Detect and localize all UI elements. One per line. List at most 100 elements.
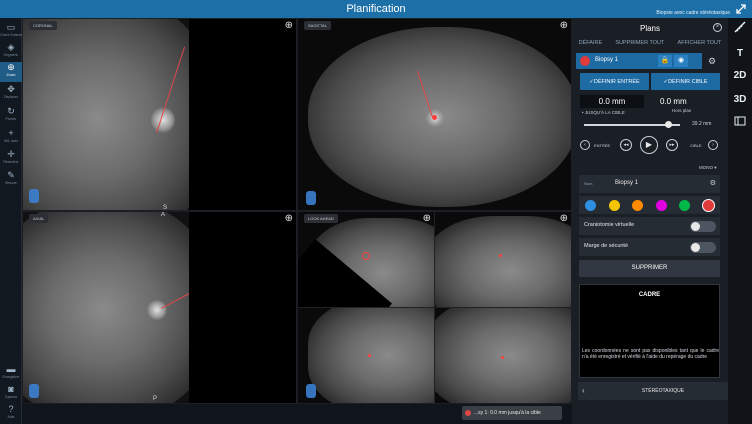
plans-header: Plans × — [572, 18, 728, 38]
color-swatch-red[interactable] — [702, 199, 714, 211]
orientation-label: P — [153, 396, 158, 402]
left-toolbar: ▭Ouvrir Examen / Outils ◈Segment. ⊕Zoom … — [0, 18, 22, 424]
slider-knob[interactable] — [665, 121, 673, 128]
lock-icon[interactable]: 🔒 — [658, 55, 672, 67]
folder-icon: ▭ — [6, 22, 16, 32]
slider-value: 39.2 mm — [692, 121, 712, 127]
play-icon[interactable]: ▶ — [640, 136, 658, 154]
rotate-icon: ↻ — [7, 106, 15, 116]
view-3d-button[interactable]: 3D — [728, 89, 752, 111]
sagittal-pane[interactable]: SAGITTAL ⊕ R — [297, 18, 572, 211]
screen-icon[interactable] — [728, 113, 752, 135]
margin-toggle-row: Marge de sécurité — [579, 238, 720, 256]
zoom-icon[interactable]: ⊕ — [423, 213, 431, 224]
right-toolbar: T 2D 3D — [728, 18, 752, 424]
distance-label: • JUSQU'À LA CIBLE — [582, 110, 625, 115]
entry-label: ENTRÉE — [594, 143, 611, 148]
playback-controls: ‹ ENTRÉE ◂◂ ▶ ▸▸ CIBLE › — [580, 136, 720, 156]
color-swatch-orange[interactable] — [632, 199, 644, 211]
biopsy-name: Biopsy 1 — [595, 57, 619, 63]
rewind-icon[interactable]: ◂◂ — [620, 139, 632, 151]
zoom-tool-button[interactable]: ⊕ Zoom — [0, 62, 22, 82]
image-viewer[interactable]: CORONAL ⊕ S SAGITTAL ⊕ R AXIAL ⊕ A P — [22, 18, 572, 404]
color-swatch-magenta[interactable] — [655, 199, 667, 211]
zoom-icon[interactable]: ⊕ — [285, 20, 293, 31]
pane-label-coronal[interactable]: CORONAL — [29, 21, 57, 30]
crosshair-icon: ✛ — [7, 149, 15, 159]
close-icon[interactable]: × — [713, 23, 722, 32]
delete-all-button[interactable]: SUPPRIMER TOUT — [615, 38, 664, 48]
entry-step-icon[interactable]: ‹ — [580, 140, 590, 150]
camera-icon: ◙ — [8, 384, 14, 394]
ruler-icon[interactable] — [728, 20, 752, 42]
view-2d-button[interactable]: 2D — [728, 65, 752, 87]
orientation-label: A — [161, 212, 166, 218]
window-level-button[interactable]: + W/L auto — [0, 128, 22, 148]
procedure-subtitle: Biopsie avec cadre stéréotaxique — [656, 10, 730, 16]
app-title: Planification — [346, 3, 406, 15]
layers-icon: ◈ — [7, 42, 15, 52]
target-step-icon[interactable]: › — [708, 140, 718, 150]
fast-forward-icon[interactable]: ▸▸ — [666, 139, 678, 151]
recenter-button[interactable]: ✛ Recentrer — [0, 149, 22, 169]
pane-label-sagittal[interactable]: SAGITTAL — [304, 21, 332, 30]
eye-icon[interactable]: ◉ — [674, 55, 688, 67]
define-entry-button[interactable]: ✓ DÉFINIR ENTRÉE — [580, 73, 649, 90]
plans-title: Plans — [639, 23, 660, 33]
zoom-icon[interactable]: ⊕ — [560, 20, 568, 31]
zoom-icon[interactable]: ⊕ — [560, 213, 568, 224]
offplane-value: 0.0 mm — [660, 97, 687, 106]
color-swatch-green[interactable] — [679, 199, 691, 211]
frame-title: CADRE — [638, 292, 661, 298]
move-icon: ✥ — [7, 84, 15, 94]
toast-text: ...sy 1: 0.0 mm jusqu'à la cible — [474, 410, 541, 416]
axial-pane[interactable]: AXIAL ⊕ A P — [22, 211, 297, 404]
capture-button[interactable]: ◙ Capture — [0, 384, 22, 404]
measure-button[interactable]: ✎ Mesure — [0, 170, 22, 190]
craniotomy-toggle[interactable] — [690, 221, 716, 232]
stereotaxic-button[interactable]: ‹ STÉRÉOTAXIQUE — [578, 382, 748, 400]
frame-message: Les coordonnées ne sont pas disponibles … — [582, 348, 719, 360]
expand-icon[interactable] — [730, 0, 752, 18]
name-key: Nom — [584, 181, 593, 186]
title-bar: Planification Biopsie avec cadre stéréot… — [0, 0, 752, 18]
pane-label-look-ahead[interactable]: LOOK AHEAD — [304, 214, 338, 223]
view-text-button[interactable]: T — [728, 43, 752, 65]
plus-icon: + — [8, 128, 14, 138]
color-swatch-blue[interactable] — [585, 199, 597, 211]
save-button[interactable]: ▬ Enregistrer — [0, 364, 22, 384]
gear-icon[interactable]: ⚙ — [710, 179, 716, 187]
zoom-icon[interactable]: ⊕ — [285, 213, 293, 224]
coronal-pane[interactable]: CORONAL ⊕ S — [22, 18, 297, 211]
undo-button[interactable]: DÉFAIRE — [579, 38, 603, 48]
show-all-button[interactable]: AFFICHER TOUT — [678, 38, 722, 48]
color-swatch-yellow[interactable] — [608, 199, 620, 211]
define-target-label: DÉFINIR CIBLE — [668, 78, 708, 85]
delete-plan-button[interactable]: SUPPRIMER — [579, 260, 720, 277]
mono-label: MONO — [699, 165, 713, 170]
look-ahead-pane[interactable]: LOOK AHEAD ⊕ ⊕ R — [297, 211, 572, 404]
define-target-button[interactable]: ✓ DÉFINIR CIBLE — [651, 73, 720, 90]
name-value: Biopsy 1 — [615, 180, 639, 186]
biopsy-plan-row[interactable]: Biopsy 1 🔒 ◉ — [576, 53, 702, 69]
name-field[interactable]: Nom Biopsy 1 ⚙ — [579, 175, 720, 193]
distance-toast[interactable]: ...sy 1: 0.0 mm jusqu'à la cible — [462, 406, 562, 420]
segment-button[interactable]: ◈ Segment. — [0, 42, 22, 62]
ruler-icon: ✎ — [7, 170, 15, 180]
pane-label-axial[interactable]: AXIAL — [29, 214, 49, 223]
distance-value: 0.0 mm — [580, 95, 644, 108]
rotate-tool-button[interactable]: ↻ Pivoter — [0, 106, 22, 126]
help-icon: ? — [8, 404, 14, 414]
color-palette — [579, 196, 720, 214]
open-exam-button[interactable]: ▭Ouvrir Examen / Outils — [0, 22, 22, 42]
biopsy-color-dot — [580, 56, 590, 66]
move-tool-button[interactable]: ✥ Déplacer — [0, 84, 22, 104]
help-button[interactable]: ? Aide — [0, 404, 22, 424]
mono-toggle[interactable]: MONO ▾ — [699, 165, 717, 171]
chevron-left-icon: ‹ — [582, 386, 585, 395]
biopsy-color-dot — [465, 410, 471, 416]
frame-box: CADRE Les coordonnées ne sont pas dispon… — [579, 284, 720, 378]
craniotomy-label: Craniotomie virtuelle — [584, 222, 635, 228]
gear-icon[interactable]: ⚙ — [708, 56, 716, 67]
margin-toggle[interactable] — [690, 242, 716, 253]
